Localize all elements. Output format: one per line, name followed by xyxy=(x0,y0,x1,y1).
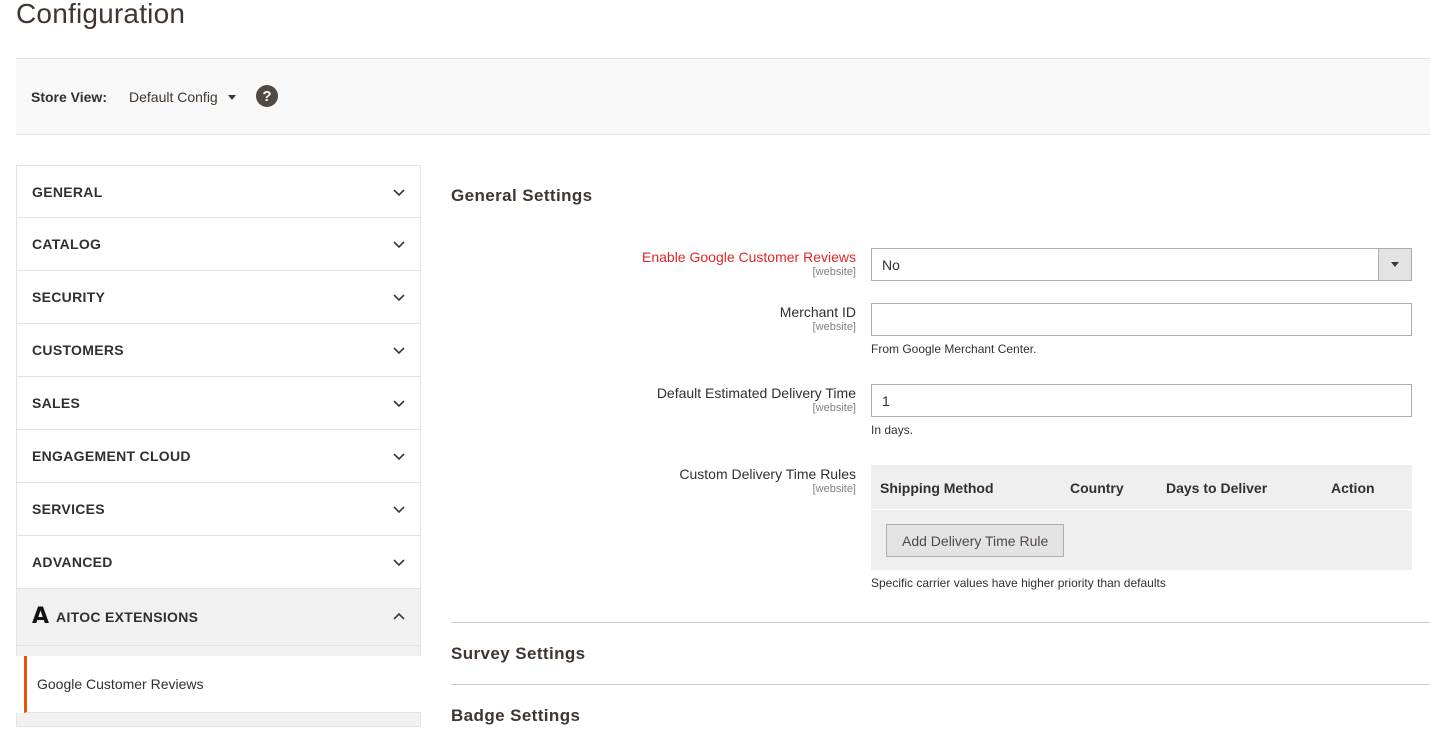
chevron-down-icon xyxy=(393,453,405,461)
sidebar-subgroup-spacer xyxy=(16,646,421,656)
merchant-id-input[interactable] xyxy=(871,303,1412,336)
chevron-down-icon xyxy=(393,559,405,567)
sidebar-item-security[interactable]: SECURITY xyxy=(16,271,421,324)
sidebar-group-header: A AITOC EXTENSIONS xyxy=(32,606,198,628)
sidebar-item-sales[interactable]: SALES xyxy=(16,377,421,430)
sidebar-item-services[interactable]: SERVICES xyxy=(16,483,421,536)
store-view-value: Default Config xyxy=(129,89,218,105)
section-title-badge-settings[interactable]: Badge Settings xyxy=(451,706,580,726)
sidebar-item-label: ENGAGEMENT CLOUD xyxy=(32,448,191,464)
custom-rules-label: Custom Delivery Time Rules xyxy=(679,466,856,482)
merchant-id-label: Merchant ID xyxy=(779,304,856,320)
enable-select[interactable]: No xyxy=(871,248,1412,281)
enable-label: Enable Google Customer Reviews xyxy=(642,249,856,265)
config-sidebar: GENERAL CATALOG SECURITY CUSTOMERS SALES… xyxy=(16,165,421,727)
scope-label: [website] xyxy=(812,266,856,278)
delivery-time-input[interactable]: 1 xyxy=(871,384,1412,417)
delivery-time-value: 1 xyxy=(882,392,890,409)
page-title: Configuration xyxy=(16,0,186,29)
sidebar-item-general[interactable]: GENERAL xyxy=(16,165,421,218)
chevron-down-icon xyxy=(393,188,405,196)
aitoc-logo: A xyxy=(32,604,50,629)
sidebar-item-label: ADVANCED xyxy=(32,554,113,570)
sidebar-item-customers[interactable]: CUSTOMERS xyxy=(16,324,421,377)
column-header-action: Action xyxy=(1331,480,1375,496)
chevron-up-icon xyxy=(393,612,405,620)
merchant-id-note: From Google Merchant Center. xyxy=(871,342,1037,356)
section-divider xyxy=(451,622,1430,623)
question-mark-icon[interactable]: ? xyxy=(256,85,278,107)
column-header-days-to-deliver: Days to Deliver xyxy=(1166,480,1268,496)
sidebar-item-label: AITOC EXTENSIONS xyxy=(56,609,199,625)
sidebar-item-catalog[interactable]: CATALOG xyxy=(16,218,421,271)
sidebar-subgroup-footer xyxy=(16,713,421,727)
sidebar-item-label: GENERAL xyxy=(32,183,103,200)
store-view-bar: Store View: Default Config ? xyxy=(16,58,1430,135)
sidebar-item-label: SERVICES xyxy=(32,501,105,517)
chevron-down-icon xyxy=(393,347,405,355)
chevron-down-icon xyxy=(393,294,405,302)
section-title-survey-settings[interactable]: Survey Settings xyxy=(451,644,586,664)
sidebar-item-engagement-cloud[interactable]: ENGAGEMENT CLOUD xyxy=(16,430,421,483)
sidebar-group-aitoc-extensions[interactable]: A AITOC EXTENSIONS xyxy=(16,589,421,646)
add-delivery-time-rule-button[interactable]: Add Delivery Time Rule xyxy=(886,524,1065,557)
sidebar-item-label: SALES xyxy=(32,395,81,411)
sidebar-item-label: SECURITY xyxy=(32,289,106,305)
sidebar-subitem-google-customer-reviews[interactable]: Google Customer Reviews xyxy=(24,656,421,713)
store-view-label: Store View: xyxy=(31,89,107,105)
scope-label: [website] xyxy=(812,321,856,333)
table-header: Shipping Method Country Days to Deliver … xyxy=(871,465,1412,510)
store-view-switcher[interactable]: Default Config xyxy=(129,89,236,105)
section-divider xyxy=(451,684,1430,685)
enable-select-value: No xyxy=(882,256,900,273)
field-label-merchant-id: Merchant ID [website] xyxy=(451,304,856,334)
chevron-down-icon xyxy=(393,506,405,514)
column-header-shipping-method: Shipping Method xyxy=(880,480,994,496)
custom-rules-note: Specific carrier values have higher prio… xyxy=(871,576,1166,590)
delivery-rules-table: Shipping Method Country Days to Deliver … xyxy=(871,465,1412,570)
scope-label: [website] xyxy=(812,483,856,495)
delivery-time-note: In days. xyxy=(871,423,914,437)
chevron-down-icon xyxy=(393,241,405,249)
sidebar-item-label: CATALOG xyxy=(32,236,102,252)
sidebar-item-advanced[interactable]: ADVANCED xyxy=(16,536,421,589)
sidebar-item-label: CUSTOMERS xyxy=(32,342,124,358)
chevron-down-icon xyxy=(393,400,405,408)
select-arrow-icon[interactable] xyxy=(1378,249,1411,280)
column-header-country: Country xyxy=(1070,480,1124,496)
delivery-time-label: Default Estimated Delivery Time xyxy=(656,385,856,401)
field-label-custom-rules: Custom Delivery Time Rules [website] xyxy=(451,466,856,496)
caret-down-icon xyxy=(227,95,236,100)
field-label-enable: Enable Google Customer Reviews [website] xyxy=(451,249,856,279)
scope-label: [website] xyxy=(812,402,856,414)
section-title-general-settings[interactable]: General Settings xyxy=(451,186,593,206)
field-label-delivery-time: Default Estimated Delivery Time [website… xyxy=(451,385,856,415)
